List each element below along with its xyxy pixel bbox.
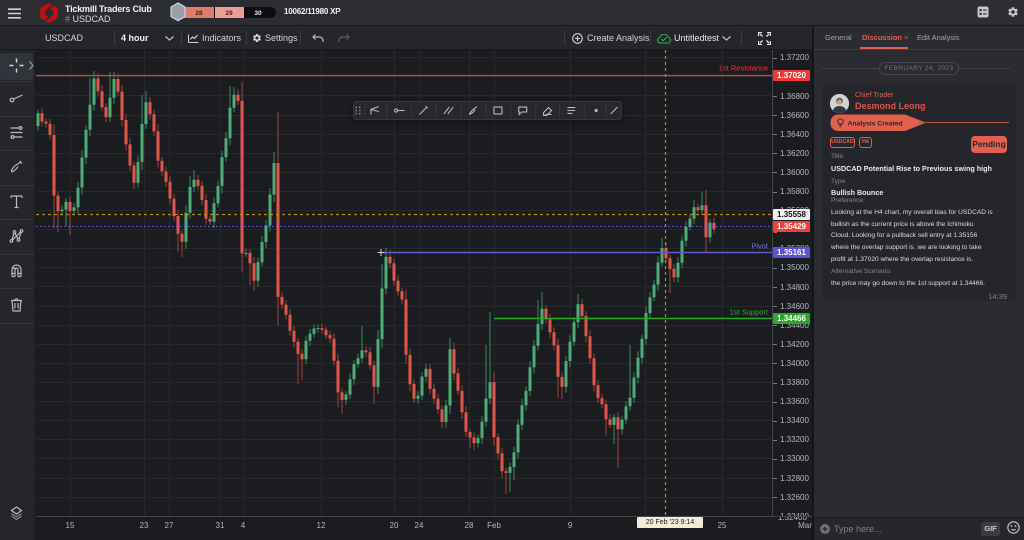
svg-text:Pivot: Pivot [751,242,769,251]
svg-text:1st Support: 1st Support [730,308,769,317]
svg-text:28: 28 [195,10,203,17]
svg-text:1st Resistance: 1st Resistance [719,64,768,73]
svg-text:30: 30 [254,10,262,17]
svg-text:29: 29 [225,10,233,17]
svg-text:Analysis Created: Analysis Created [848,121,903,128]
